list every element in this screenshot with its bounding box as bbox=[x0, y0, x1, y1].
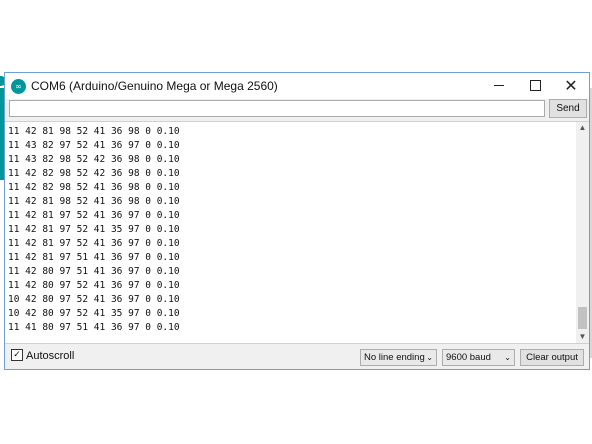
output-line: 11 42 80 97 51 41 36 97 0 0.10 bbox=[8, 266, 180, 277]
line-ending-value: No line ending bbox=[364, 352, 425, 363]
bottom-bar: ✓ Autoscroll No line ending ⌄ 9600 baud ⌄… bbox=[5, 345, 589, 369]
output-line: 10 42 80 97 52 41 36 97 0 0.10 bbox=[8, 294, 180, 305]
line-ending-select[interactable]: No line ending ⌄ bbox=[360, 349, 437, 366]
vertical-scrollbar[interactable]: ▲ ▼ bbox=[576, 122, 589, 343]
output-line: 11 42 80 97 52 41 36 97 0 0.10 bbox=[8, 280, 180, 291]
close-icon: ✕ bbox=[564, 76, 578, 95]
maximize-icon bbox=[529, 80, 541, 92]
output-lines: 11 42 81 98 52 41 36 98 0 0.10 11 43 82 9… bbox=[8, 125, 180, 335]
arduino-icon: ∞ bbox=[11, 79, 26, 94]
close-button[interactable]: ✕ bbox=[553, 73, 589, 99]
output-line: 11 41 80 97 51 41 36 97 0 0.10 bbox=[8, 322, 180, 333]
baud-rate-value: 9600 baud bbox=[446, 352, 491, 363]
output-line: 11 42 81 97 52 41 36 97 0 0.10 bbox=[8, 238, 180, 249]
autoscroll-toggle[interactable]: ✓ Autoscroll bbox=[11, 349, 75, 362]
output-line: 11 43 82 98 52 42 36 98 0 0.10 bbox=[8, 154, 180, 165]
autoscroll-checkbox[interactable]: ✓ bbox=[11, 349, 23, 362]
serial-monitor-window: ∞ COM6 (Arduino/Genuino Mega or Mega 256… bbox=[4, 72, 590, 370]
autoscroll-label: Autoscroll bbox=[26, 350, 75, 362]
send-button[interactable]: Send bbox=[549, 99, 587, 118]
clear-output-button[interactable]: Clear output bbox=[520, 349, 584, 366]
output-line: 11 43 82 97 52 41 36 97 0 0.10 bbox=[8, 140, 180, 151]
scroll-up-icon[interactable]: ▲ bbox=[576, 122, 589, 134]
baud-rate-select[interactable]: 9600 baud ⌄ bbox=[442, 349, 515, 366]
chevron-down-icon: ⌄ bbox=[504, 353, 511, 362]
serial-output[interactable]: 11 42 81 98 52 41 36 98 0 0.10 11 43 82 9… bbox=[5, 121, 589, 344]
title-bar[interactable]: ∞ COM6 (Arduino/Genuino Mega or Mega 256… bbox=[5, 73, 589, 99]
output-line: 11 42 81 98 52 41 36 98 0 0.10 bbox=[8, 196, 180, 207]
window-title: COM6 (Arduino/Genuino Mega or Mega 2560) bbox=[31, 79, 278, 93]
output-line: 10 42 80 97 52 41 35 97 0 0.10 bbox=[8, 308, 180, 319]
maximize-button[interactable] bbox=[517, 73, 553, 99]
output-line: 11 42 81 97 51 41 36 97 0 0.10 bbox=[8, 252, 180, 263]
output-line: 11 42 81 97 52 41 35 97 0 0.10 bbox=[8, 224, 180, 235]
output-line: 11 42 82 98 52 42 36 98 0 0.10 bbox=[8, 168, 180, 179]
serial-input[interactable] bbox=[9, 100, 545, 117]
output-line: 11 42 81 98 52 41 36 98 0 0.10 bbox=[8, 126, 180, 137]
minimize-icon bbox=[494, 85, 504, 87]
output-line: 11 42 82 98 52 41 36 98 0 0.10 bbox=[8, 182, 180, 193]
scroll-thumb[interactable] bbox=[578, 307, 587, 329]
output-line: 11 42 81 97 52 41 36 97 0 0.10 bbox=[8, 210, 180, 221]
chevron-down-icon: ⌄ bbox=[426, 353, 433, 362]
minimize-button[interactable] bbox=[481, 73, 517, 99]
scroll-down-icon[interactable]: ▼ bbox=[576, 331, 589, 343]
